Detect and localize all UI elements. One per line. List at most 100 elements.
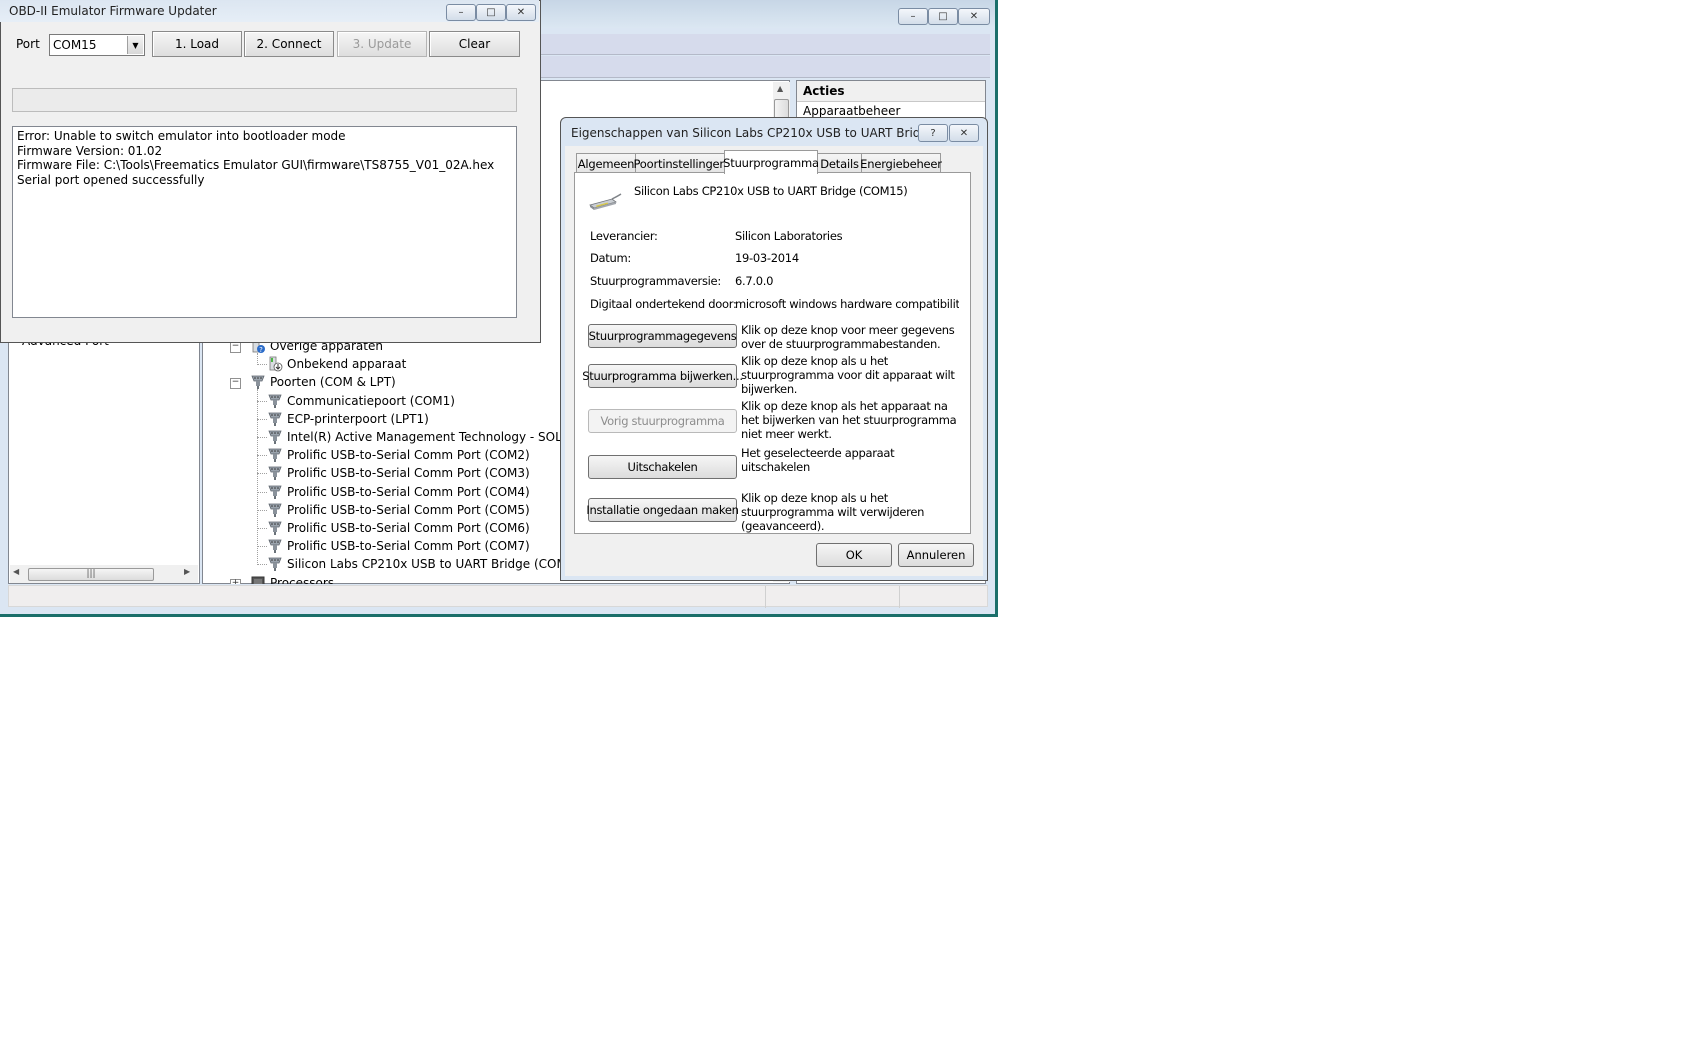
driver-details-description: Klik op deze knop voor meer gegevens ove… [741,323,955,351]
actions-item-device-manager[interactable]: Apparaatbeheer [803,104,900,118]
tab-energiebeheer[interactable]: Energiebeheer [860,153,942,173]
device-manager-minimize-button[interactable]: – [898,8,928,25]
serial-port-device-icon [588,192,622,212]
cancel-button[interactable]: Annuleren [898,543,974,567]
device-manager-maximize-button[interactable]: □ [928,8,958,25]
ok-button[interactable]: OK [816,543,892,567]
tree-item-label: Intel(R) Active Management Technology - … [287,430,589,444]
tab-stuurprogramma[interactable]: Stuurprogramma [723,150,819,174]
tree-item-label: Prolific USB-to-Serial Comm Port (COM2) [287,448,530,463]
tree-item-label: Prolific USB-to-Serial Comm Port (COM5) [287,502,530,517]
uninstall-driver-button[interactable]: Installatie ongedaan maken [586,498,739,522]
port-icon [267,393,283,409]
tree-connector [257,389,258,566]
tree-connector [257,546,267,548]
driver-details-button[interactable]: Stuurprogrammagegevens [588,324,737,348]
close-icon: ✕ [969,11,979,22]
disable-device-button[interactable]: Uitschakelen [588,455,737,479]
field-value-signer: microsoft windows hardware compatibility… [735,297,959,311]
field-label-datum: Datum: [590,251,631,265]
port-icon [267,429,283,445]
tree-item[interactable]: Prolific USB-to-Serial Comm Port (COM7) [267,537,530,555]
close-icon: ✕ [959,127,969,139]
update-button[interactable]: 3. Update [337,31,427,57]
tree-connector [257,491,267,493]
help-button[interactable]: ? [918,124,948,142]
svg-text:?: ? [259,346,263,354]
tree-connector [257,400,267,402]
port-icon [267,556,283,572]
field-label-version: Stuurprogrammaversie: [590,274,721,288]
port-icon [267,502,283,518]
port-icon [267,411,283,427]
minimize-icon: – [458,7,464,18]
help-icon: ? [930,127,936,139]
load-button[interactable]: 1. Load [152,31,242,57]
uninstall-driver-description: Klik op deze knop als u het stuurprogram… [741,491,925,533]
port-icon [250,374,266,390]
updater-close-button[interactable]: ✕ [506,4,536,21]
disable-device-description: Het geselecteerde apparaat uitschakelen [741,446,895,474]
roll-back-driver-button[interactable]: Vorig stuurprogramma [588,409,737,433]
tab-poortinstellingen[interactable]: Poortinstellingen [633,153,727,173]
tree-item-label: Prolific USB-to-Serial Comm Port (COM6) [287,521,530,535]
device-manager-close-button[interactable]: ✕ [958,8,990,25]
tab-details[interactable]: Details [817,153,862,173]
field-value-version: 6.7.0.0 [735,274,774,288]
progress-bar [12,88,517,112]
tree-item[interactable]: Onbekend apparaat [267,355,406,373]
tree-item[interactable]: ECP-printerpoort (LPT1) [267,410,429,428]
dialog-close-button[interactable]: ✕ [949,124,979,142]
tree-group[interactable]: Processors [250,574,334,584]
collapse-icon[interactable]: − [230,378,241,390]
updater-minimize-button[interactable]: – [446,4,476,21]
tree-group[interactable]: Poorten (COM & LPT) [250,373,396,391]
tree-item[interactable]: Prolific USB-to-Serial Comm Port (COM6) [267,519,530,537]
collapse-icon[interactable]: − [230,342,241,353]
maximize-icon: □ [938,11,948,22]
tab-algemeen[interactable]: Algemeen [576,153,636,173]
port-icon [267,465,283,481]
port-icon [267,447,283,463]
tree-item-label: Prolific USB-to-Serial Comm Port (COM7) [287,539,530,554]
device-warning-icon [267,356,283,372]
tree-item[interactable]: Prolific USB-to-Serial Comm Port (COM4) [267,483,530,501]
tree-item[interactable]: Prolific USB-to-Serial Comm Port (COM3) [267,464,530,482]
field-value-datum: 19-03-2014 [735,251,799,265]
maximize-icon: □ [486,7,496,18]
tree-item-label: Silicon Labs CP210x USB to UART Bridge (… [287,557,587,572]
tree-item-label: Communicatiepoort (COM1) [287,393,455,408]
window-title: OBD-II Emulator Firmware Updater [9,4,217,18]
port-label: Port [16,37,40,51]
update-driver-button[interactable]: Stuurprogramma bijwerken... [582,364,743,388]
port-icon [267,484,283,500]
port-icon [267,538,283,554]
expand-icon[interactable]: + [230,578,241,584]
device-name: Silicon Labs CP210x USB to UART Bridge (… [634,184,908,198]
update-driver-description: Klik op deze knop als u het stuurprogram… [741,354,955,396]
port-icon [267,520,283,536]
close-icon: ✕ [516,7,526,18]
tree-item[interactable]: Prolific USB-to-Serial Comm Port (COM2) [267,446,530,464]
tree-group-label: Poorten (COM & LPT) [270,375,396,390]
tree-item[interactable]: Silicon Labs CP210x USB to UART Bridge (… [267,555,587,573]
dialog-title: Eigenschappen van Silicon Labs CP210x US… [571,126,956,140]
log-output[interactable]: Error: Unable to switch emulator into bo… [12,126,517,318]
tree-connector [257,509,267,511]
tree-connector [257,564,267,566]
processor-icon [250,575,266,584]
roll-back-driver-description: Klik op deze knop als het apparaat na he… [741,399,957,441]
connect-button[interactable]: 2. Connect [244,31,334,57]
tree-connector [257,528,267,529]
tree-connector [257,353,258,366]
port-dropdown-value[interactable]: COM15 [53,38,96,52]
updater-maximize-button[interactable]: □ [476,4,506,21]
chevron-down-icon[interactable]: ▼ [127,36,143,54]
clear-button[interactable]: Clear [429,31,520,57]
tree-item[interactable]: Intel(R) Active Management Technology - … [267,428,588,446]
tree-item[interactable]: Prolific USB-to-Serial Comm Port (COM5) [267,501,530,519]
tree-connector [257,473,267,475]
field-value-leverancier: Silicon Laboratories [735,229,843,243]
tree-item[interactable]: Communicatiepoort (COM1) [267,392,455,410]
tree-connector [257,455,267,457]
